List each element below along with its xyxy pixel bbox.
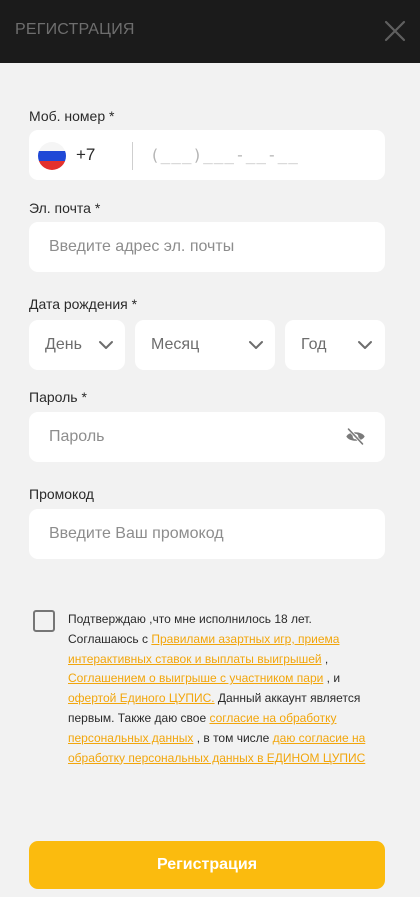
email-label: Эл. почта * <box>29 200 101 216</box>
password-label: Пароль * <box>29 389 87 405</box>
phone-label: Моб. номер * <box>29 108 115 124</box>
promo-placeholder: Введите Ваш промокод <box>49 525 224 542</box>
password-placeholder: Пароль <box>49 428 105 445</box>
month-select-value: Месяц <box>151 336 200 353</box>
offer-link[interactable]: офертой Единого ЦУПИС. <box>68 691 215 705</box>
email-field[interactable]: Введите адрес эл. почты <box>29 222 385 272</box>
month-select[interactable]: Месяц <box>135 320 275 370</box>
register-button[interactable]: Регистрация <box>29 841 385 889</box>
country-code[interactable]: +7 <box>76 145 95 165</box>
password-field[interactable]: Пароль <box>29 412 385 462</box>
agreement-link[interactable]: Соглашением о выигрыше с участником пари <box>68 671 323 685</box>
day-select-value: День <box>45 336 82 353</box>
promo-field[interactable]: Введите Ваш промокод <box>29 509 385 559</box>
close-icon[interactable] <box>382 18 408 44</box>
page-title: РЕГИСТРАЦИЯ <box>15 21 135 38</box>
birth-date-label: Дата рождения * <box>29 296 138 312</box>
consent-text-part: , <box>321 651 329 666</box>
russia-flag-icon[interactable] <box>38 142 66 170</box>
consent-text-part: , в том числе <box>193 730 273 745</box>
chevron-down-icon <box>99 341 113 349</box>
email-placeholder: Введите адрес эл. почты <box>49 238 235 255</box>
consent-text-part: , и <box>323 671 341 686</box>
day-select[interactable]: День <box>29 320 125 370</box>
promo-label: Промокод <box>29 486 94 502</box>
chevron-down-icon <box>249 341 263 349</box>
phone-field[interactable]: +7 (___)___-__-__ <box>29 130 385 180</box>
year-select[interactable]: Год <box>285 320 385 370</box>
eye-off-icon[interactable] <box>345 427 366 446</box>
consent-checkbox[interactable] <box>33 610 55 632</box>
year-select-value: Год <box>301 336 327 353</box>
header-bar: РЕГИСТРАЦИЯ <box>0 0 420 63</box>
phone-divider <box>132 142 133 170</box>
consent-text: Подтверждаю ,что мне исполнилось 18 лет.… <box>68 610 368 768</box>
chevron-down-icon <box>358 341 372 349</box>
phone-input[interactable]: (___)___-__-__ <box>150 146 299 165</box>
